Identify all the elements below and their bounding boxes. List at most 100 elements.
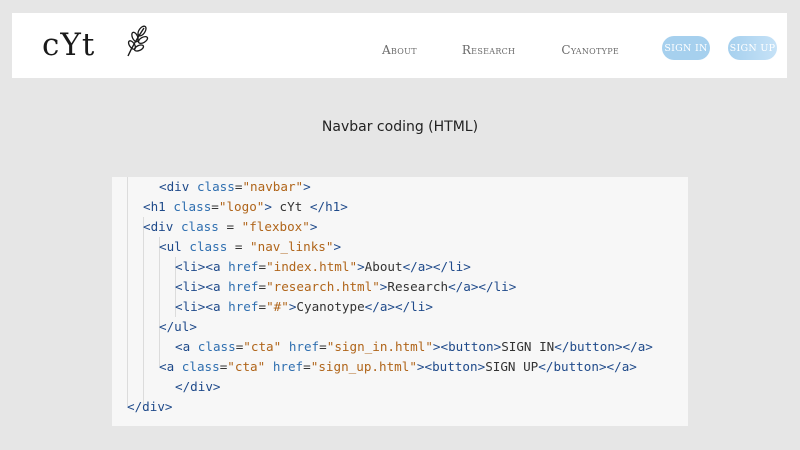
code-token: li [448,259,464,274]
code-token: </ [309,199,326,214]
code-token: class [173,199,212,214]
code-token: "sign_in.html" [326,339,433,354]
code-token: "sign_up.html" [310,359,417,374]
code-token: h1 [150,199,166,214]
code-token: < [159,179,167,194]
indent-guide [143,217,144,406]
code-token: SIGN IN [501,339,555,354]
code-token: li [410,299,426,314]
code-token: cYt [271,199,310,214]
code-token: </ [159,319,175,334]
code-token: < [175,259,183,274]
code-token: > [303,179,311,194]
code-token: class [196,179,235,194]
code-token: < [175,299,183,314]
code-line: <li><a href="#">Cyanotype</a></li> [175,297,433,317]
code-token: < [159,239,167,254]
code-token: = [319,339,327,354]
code-token: > [508,279,517,294]
code-token: </ [538,359,554,374]
code-token: < [175,339,183,354]
code-token: li [493,279,509,294]
nav-item-research: Research [462,39,516,58]
code-token: > [357,259,365,274]
code-token: class [181,359,220,374]
code-token: button [448,339,494,354]
nav-links: About Research Cyanotype [382,39,664,58]
code-token: div [142,399,165,414]
code-token: class [189,239,228,254]
code-token: div [150,219,174,234]
code-line: <a class="cta" href="sign_in.html"><butt… [175,337,653,357]
code-token: li [182,259,198,274]
code-token: = [258,299,267,314]
code-token: </ [448,279,464,294]
code-token: < [143,199,151,214]
code-token: href [272,359,304,374]
code-token: About [364,259,403,274]
code-line: <div class = "flexbox"> [143,217,317,237]
code-token: a [212,279,221,294]
code-token: = [303,359,311,374]
sign-up-button[interactable]: SIGN UP [728,36,777,60]
code-token: href [228,259,259,274]
code-token: a [463,279,471,294]
code-token: < [424,359,433,374]
code-block: <div class="navbar"> <h1 class="logo"> cY… [112,177,688,426]
code-token: </ [364,299,380,314]
code-token: > [645,339,653,354]
logo[interactable]: cYt [42,27,95,63]
code-token: >< [197,259,213,274]
nav-link-research[interactable]: Research [462,43,516,57]
code-token: h1 [325,199,341,214]
code-token: > [164,399,173,414]
sign-in-button[interactable]: SIGN IN [662,36,710,60]
code-token: > [212,379,221,394]
code-token: </ [402,259,418,274]
code-token: > [629,359,637,374]
code-token: Research [387,279,449,294]
code-token: > [340,199,348,214]
code-token: </ [175,379,191,394]
code-token: div [190,379,213,394]
nav-link-about[interactable]: About [382,43,417,57]
navbar: cYt About Research Cyanotype SIGN IN SIG… [12,13,787,78]
code-token: = [258,279,267,294]
code-token: "cta" [243,339,282,354]
code-token: = [218,219,242,234]
code-line: <li><a href="research.html">Research</a>… [175,277,516,297]
indent-guide [127,177,128,406]
code-token: ul [166,239,182,254]
code-token: > [432,339,441,354]
code-token: ></ [598,359,622,374]
code-token: >< [197,299,213,314]
code-line: <h1 class="logo"> cYt </h1> [143,197,348,217]
code-line: </div> [127,397,173,417]
code-token: > [333,239,342,254]
code-line: <div class="navbar"> [159,177,311,197]
code-line: <ul class = "nav_links"> [159,237,341,257]
code-token: "navbar" [242,179,304,194]
code-token: > [416,359,425,374]
code-token: = [227,239,251,254]
nav-link-cyanotype[interactable]: Cyanotype [561,43,619,57]
nav-item-about: About [382,39,417,58]
code-token: < [159,359,167,374]
nav-item-cyanotype: Cyanotype [561,39,619,58]
code-token: > [463,259,471,274]
code-token: href [228,279,259,294]
leaf-branch-icon [127,25,149,57]
code-token: < [175,279,183,294]
code-token: > [425,299,433,314]
code-token: > [264,199,272,214]
code-token: class [180,219,219,234]
